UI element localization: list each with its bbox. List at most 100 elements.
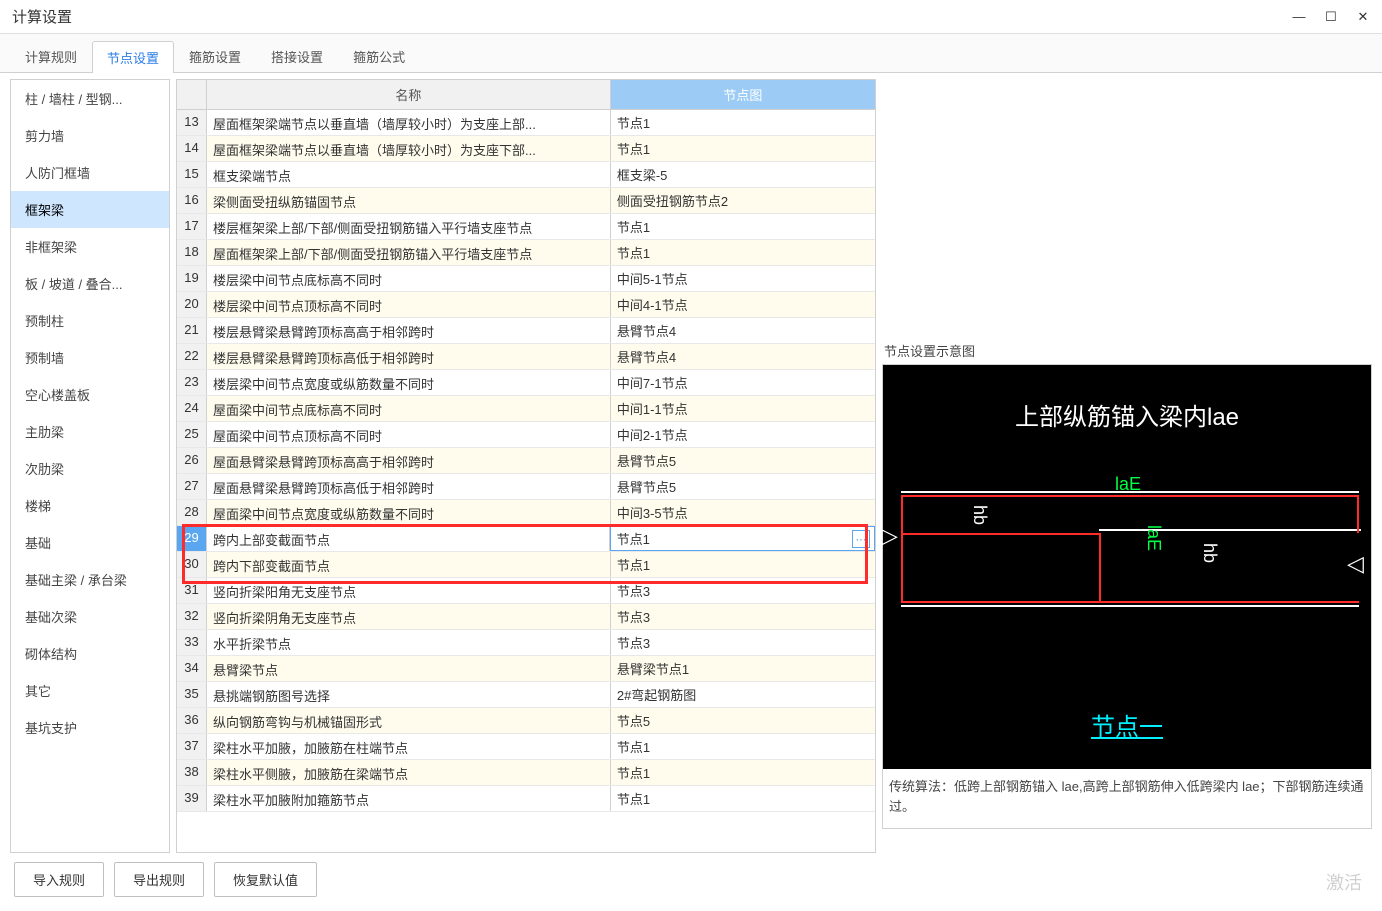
row-number: 31 (177, 578, 207, 603)
table-row[interactable]: 28屋面梁中间节点宽度或纵筋数量不同时中间3-5节点 (177, 500, 875, 526)
row-node[interactable]: 节点1 (611, 110, 875, 135)
close-button[interactable]: ✕ (1356, 10, 1370, 24)
table-row[interactable]: 32竖向折梁阴角无支座节点节点3 (177, 604, 875, 630)
tab-node-settings[interactable]: 节点设置 (92, 41, 174, 73)
table-row[interactable]: 35悬挑端钢筋图号选择2#弯起钢筋图 (177, 682, 875, 708)
row-node[interactable]: 悬臂节点4 (611, 318, 875, 343)
row-node[interactable]: 悬臂节点5 (611, 474, 875, 499)
row-node[interactable]: 节点3 (611, 578, 875, 603)
sidebar-item[interactable]: 基础主梁 / 承台梁 (11, 561, 169, 598)
row-number: 38 (177, 760, 207, 785)
row-node[interactable]: 中间7-1节点 (611, 370, 875, 395)
row-number: 17 (177, 214, 207, 239)
row-node[interactable]: 侧面受扭钢筋节点2 (611, 188, 875, 213)
sidebar-item[interactable]: 剪力墙 (11, 117, 169, 154)
tab-stirrup-formula[interactable]: 箍筋公式 (338, 40, 420, 72)
row-number: 21 (177, 318, 207, 343)
table-row[interactable]: 18屋面框架梁上部/下部/侧面受扭钢筋锚入平行墙支座节点节点1 (177, 240, 875, 266)
table-row[interactable]: 29跨内上部变截面节点节点1⋯ (177, 526, 875, 552)
row-node[interactable]: 中间4-1节点 (611, 292, 875, 317)
table-row[interactable]: 25屋面梁中间节点顶标高不同时中间2-1节点 (177, 422, 875, 448)
row-number: 18 (177, 240, 207, 265)
row-node[interactable]: 中间3-5节点 (611, 500, 875, 525)
table-row[interactable]: 38梁柱水平侧腋，加腋筋在梁端节点节点1 (177, 760, 875, 786)
table-row[interactable]: 33水平折梁节点节点3 (177, 630, 875, 656)
table-row[interactable]: 14屋面框架梁端节点以垂直墙（墙厚较小时）为支座下部...节点1 (177, 136, 875, 162)
restore-defaults-button[interactable]: 恢复默认值 (214, 862, 317, 897)
sidebar-item[interactable]: 基坑支护 (11, 709, 169, 746)
row-node[interactable]: 节点3 (611, 604, 875, 629)
sidebar-item[interactable]: 砌体结构 (11, 635, 169, 672)
row-node[interactable]: 节点1 (611, 734, 875, 759)
sidebar-item[interactable]: 框架梁 (11, 191, 169, 228)
sidebar-item[interactable]: 预制墙 (11, 339, 169, 376)
row-name: 屋面框架梁端节点以垂直墙（墙厚较小时）为支座下部... (207, 136, 611, 161)
row-node[interactable]: 节点5 (611, 708, 875, 733)
maximize-button[interactable]: ☐ (1324, 10, 1338, 24)
sidebar-item[interactable]: 板 / 坡道 / 叠合... (11, 265, 169, 302)
export-rules-button[interactable]: 导出规则 (114, 862, 204, 897)
table-row[interactable]: 22楼层悬臂梁悬臂跨顶标高低于相邻跨时悬臂节点4 (177, 344, 875, 370)
table-row[interactable]: 27屋面悬臂梁悬臂跨顶标高低于相邻跨时悬臂节点5 (177, 474, 875, 500)
row-node[interactable]: 悬臂节点4 (611, 344, 875, 369)
sidebar-item[interactable]: 其它 (11, 672, 169, 709)
tab-calc-rules[interactable]: 计算规则 (10, 40, 92, 72)
row-node[interactable]: 悬臂节点5 (611, 448, 875, 473)
row-node[interactable]: 节点1 (611, 760, 875, 785)
row-node[interactable]: 2#弯起钢筋图 (611, 682, 875, 707)
row-node[interactable]: 节点1 (611, 552, 875, 577)
sidebar-item[interactable]: 预制柱 (11, 302, 169, 339)
row-node[interactable]: 节点1 (611, 214, 875, 239)
table-row[interactable]: 31竖向折梁阳角无支座节点节点3 (177, 578, 875, 604)
row-name: 楼层梁中间节点宽度或纵筋数量不同时 (207, 370, 611, 395)
sidebar-item[interactable]: 柱 / 墙柱 / 型钢... (11, 80, 169, 117)
row-number: 32 (177, 604, 207, 629)
table-row[interactable]: 20楼层梁中间节点顶标高不同时中间4-1节点 (177, 292, 875, 318)
node-diagram: 上部纵筋锚入梁内lae laE laE hb hb ▷ ◁ 节点一 (882, 364, 1372, 769)
sidebar-item[interactable]: 人防门框墙 (11, 154, 169, 191)
row-node[interactable]: 中间1-1节点 (611, 396, 875, 421)
import-rules-button[interactable]: 导入规则 (14, 862, 104, 897)
row-number: 13 (177, 110, 207, 135)
row-number: 35 (177, 682, 207, 707)
table-row[interactable]: 26屋面悬臂梁悬臂跨顶标高高于相邻跨时悬臂节点5 (177, 448, 875, 474)
main-tabs: 计算规则 节点设置 箍筋设置 搭接设置 箍筋公式 (0, 34, 1382, 73)
table-row[interactable]: 24屋面梁中间节点底标高不同时中间1-1节点 (177, 396, 875, 422)
row-name: 屋面悬臂梁悬臂跨顶标高高于相邻跨时 (207, 448, 611, 473)
tab-stirrup-settings[interactable]: 箍筋设置 (174, 40, 256, 72)
table-row[interactable]: 16梁侧面受扭纵筋锚固节点侧面受扭钢筋节点2 (177, 188, 875, 214)
table-row[interactable]: 21楼层悬臂梁悬臂跨顶标高高于相邻跨时悬臂节点4 (177, 318, 875, 344)
table-row[interactable]: 34悬臂梁节点悬臂梁节点1 (177, 656, 875, 682)
row-node[interactable]: 节点1⋯ (610, 526, 875, 551)
row-number: 22 (177, 344, 207, 369)
sidebar-item[interactable]: 非框架梁 (11, 228, 169, 265)
sidebar-item[interactable]: 楼梯 (11, 487, 169, 524)
table-row[interactable]: 13屋面框架梁端节点以垂直墙（墙厚较小时）为支座上部...节点1 (177, 110, 875, 136)
row-number: 30 (177, 552, 207, 577)
row-node[interactable]: 框支梁-5 (611, 162, 875, 187)
table-row[interactable]: 17楼层框架梁上部/下部/侧面受扭钢筋锚入平行墙支座节点节点1 (177, 214, 875, 240)
sidebar-item[interactable]: 主肋梁 (11, 413, 169, 450)
row-node[interactable]: 中间2-1节点 (611, 422, 875, 447)
minimize-button[interactable]: ― (1292, 10, 1306, 24)
row-node[interactable]: 节点1 (611, 136, 875, 161)
row-node[interactable]: 节点3 (611, 630, 875, 655)
table-row[interactable]: 30跨内下部变截面节点节点1 (177, 552, 875, 578)
table-row[interactable]: 37梁柱水平加腋，加腋筋在柱端节点节点1 (177, 734, 875, 760)
table-row[interactable]: 23楼层梁中间节点宽度或纵筋数量不同时中间7-1节点 (177, 370, 875, 396)
table-row[interactable]: 36纵向钢筋弯钩与机械锚固形式节点5 (177, 708, 875, 734)
sidebar-item[interactable]: 基础次梁 (11, 598, 169, 635)
sidebar-item[interactable]: 次肋梁 (11, 450, 169, 487)
row-node[interactable]: 节点1 (611, 240, 875, 265)
ellipsis-button[interactable]: ⋯ (852, 530, 870, 548)
table-row[interactable]: 19楼层梁中间节点底标高不同时中间5-1节点 (177, 266, 875, 292)
table-row[interactable]: 39梁柱水平加腋附加箍筋节点节点1 (177, 786, 875, 812)
row-node[interactable]: 节点1 (611, 786, 875, 811)
row-node[interactable]: 悬臂梁节点1 (611, 656, 875, 681)
row-node[interactable]: 中间5-1节点 (611, 266, 875, 291)
preview-description: 传统算法：低跨上部钢筋锚入 lae,高跨上部钢筋伸入低跨梁内 lae；下部钢筋连… (882, 769, 1372, 829)
sidebar-item[interactable]: 空心楼盖板 (11, 376, 169, 413)
tab-lap-settings[interactable]: 搭接设置 (256, 40, 338, 72)
table-row[interactable]: 15框支梁端节点框支梁-5 (177, 162, 875, 188)
sidebar-item[interactable]: 基础 (11, 524, 169, 561)
